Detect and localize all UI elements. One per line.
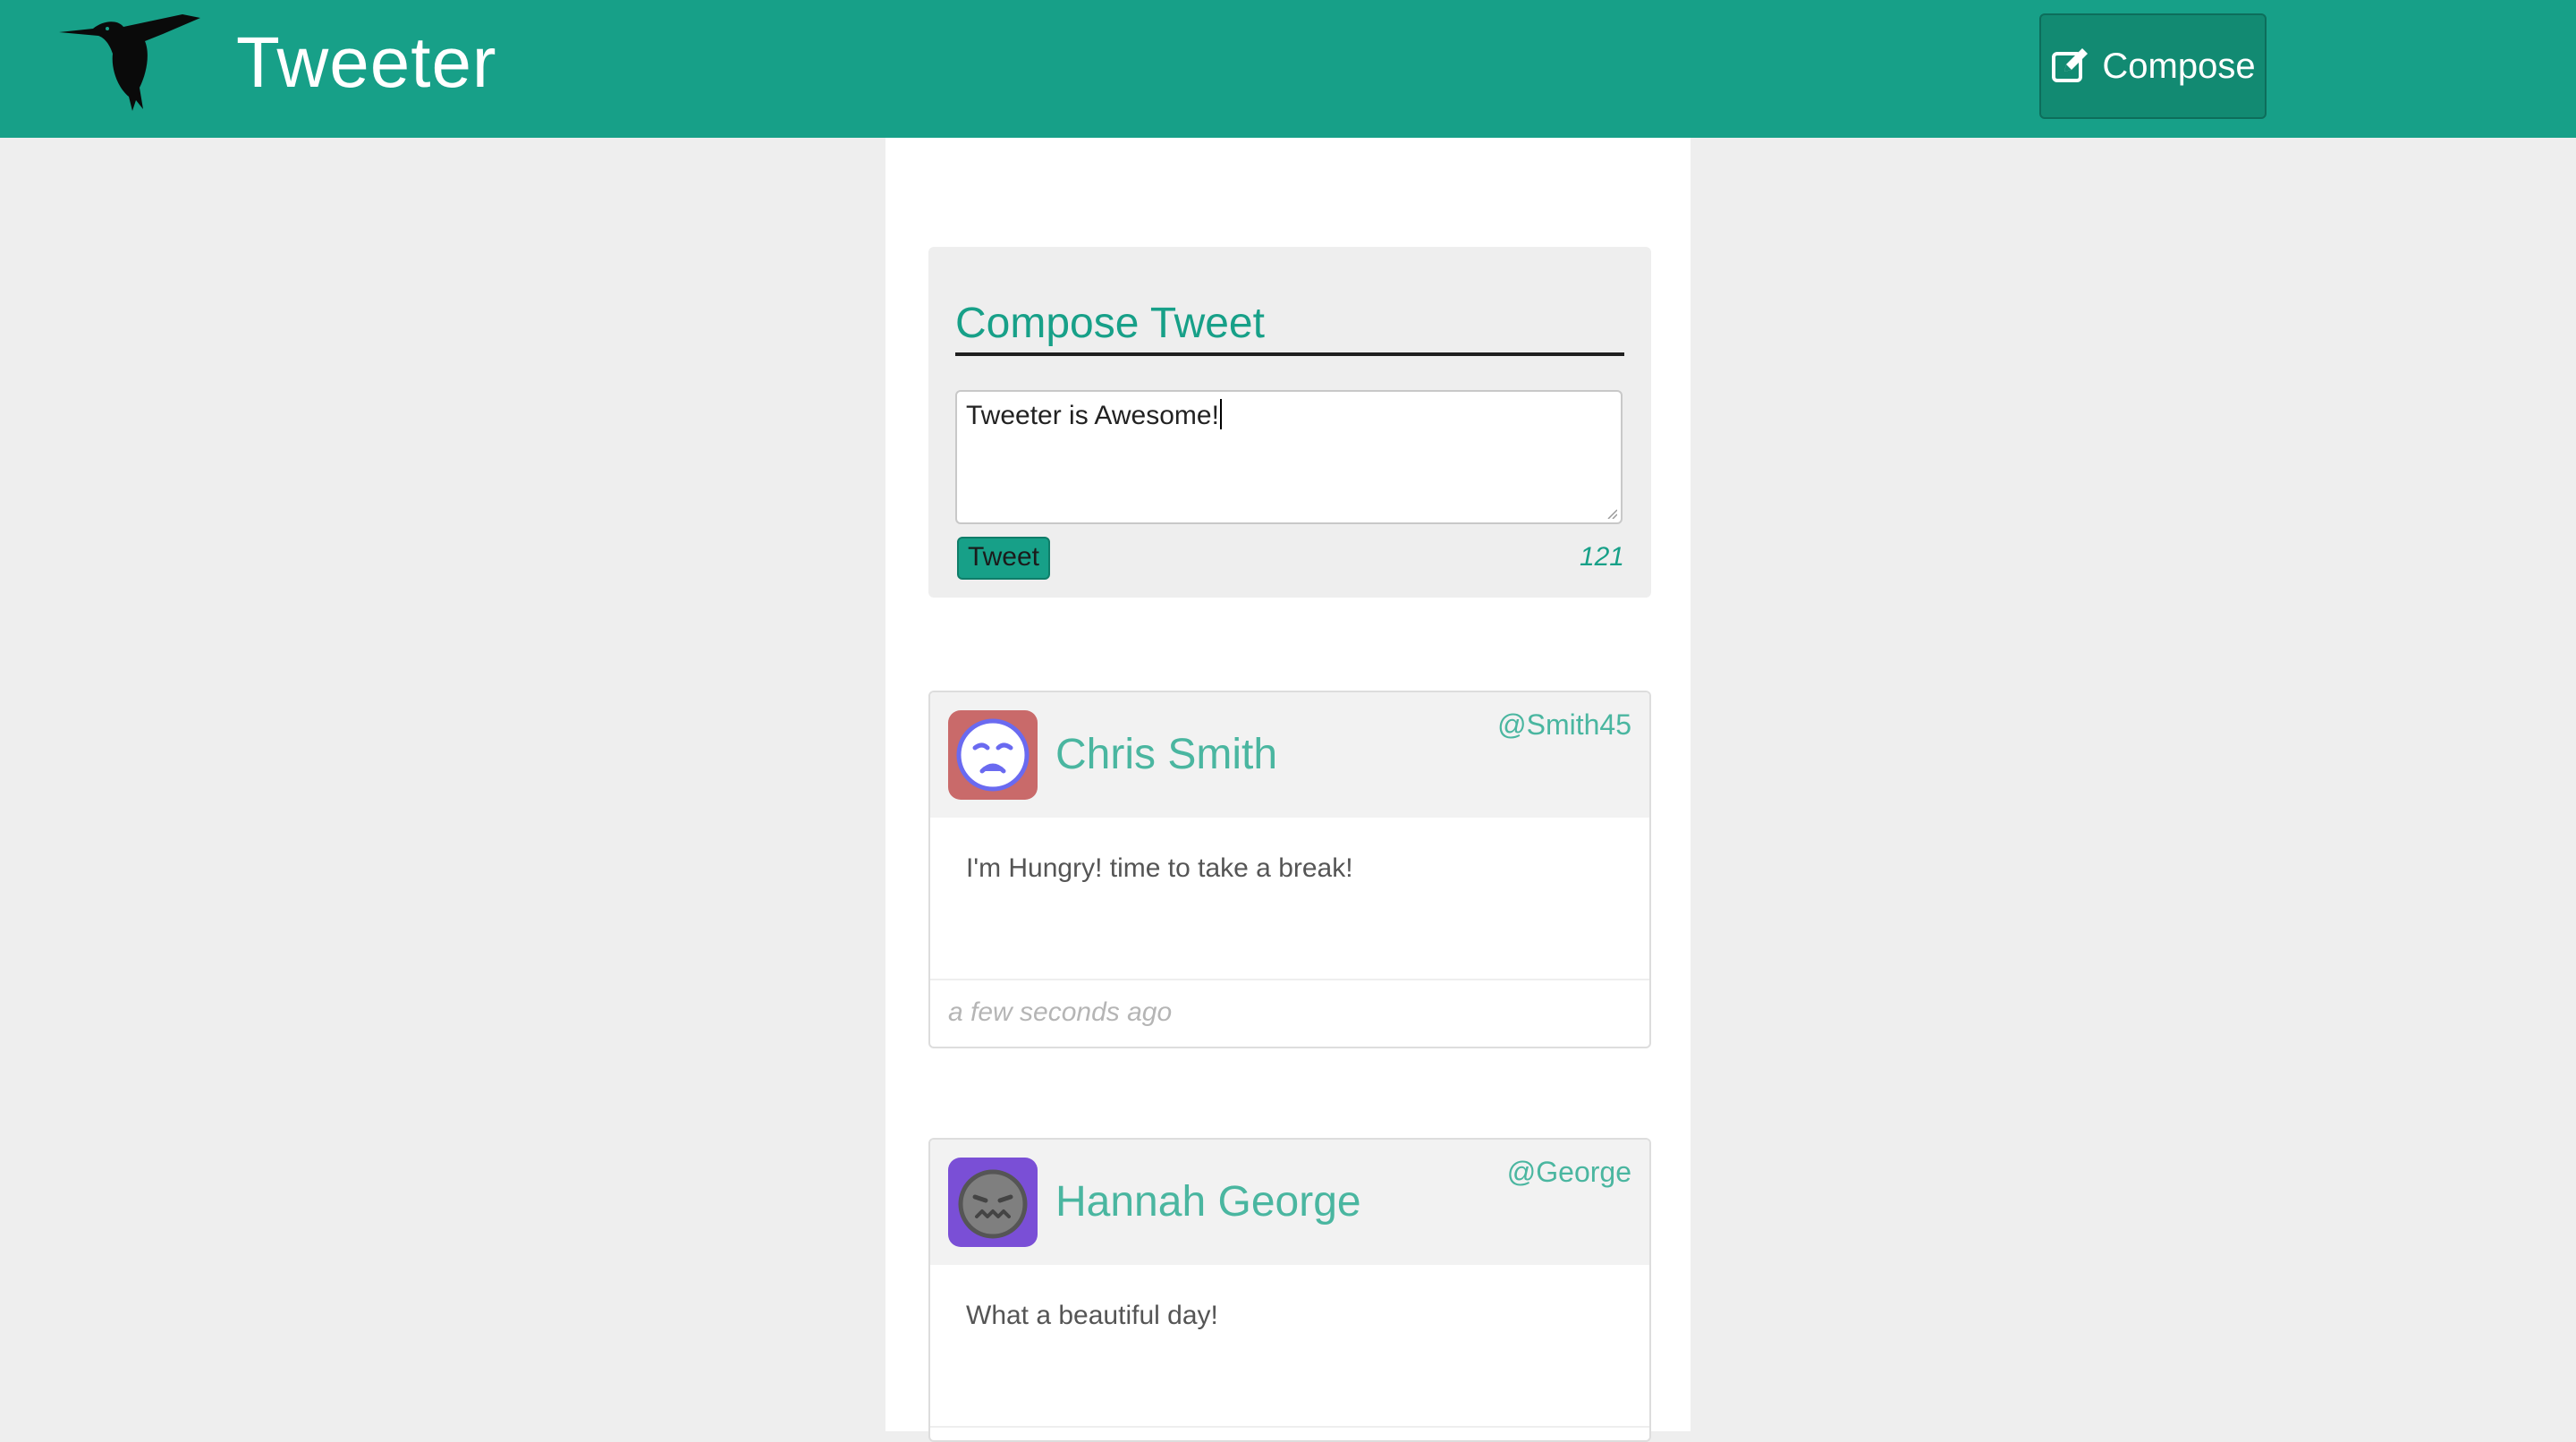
tweet-header: Chris Smith @Smith45	[930, 692, 1649, 818]
tweet-textarea-value: Tweeter is Awesome!	[966, 401, 1219, 430]
tweet-author-handle[interactable]: @George	[1507, 1156, 1631, 1189]
resize-handle-icon[interactable]	[1606, 508, 1617, 519]
compose-title: Compose Tweet	[955, 297, 1624, 356]
compose-nav-button[interactable]: Compose	[2039, 13, 2267, 119]
tweet-textarea[interactable]: Tweeter is Awesome!	[955, 390, 1623, 524]
tweet-card: Chris Smith @Smith45 I'm Hungry! time to…	[928, 691, 1651, 1048]
tweet-timestamp: a few seconds ago	[930, 979, 1649, 1045]
tweet-header: Hannah George @George	[930, 1140, 1649, 1265]
main-column: Compose Tweet Tweeter is Awesome! Tweet …	[886, 138, 1690, 1442]
tweet-card: Hannah George @George What a beautiful d…	[928, 1138, 1651, 1442]
avatar	[948, 710, 1038, 800]
tweet-submit-button[interactable]: Tweet	[957, 537, 1050, 580]
tweet-timestamp	[930, 1426, 1649, 1440]
tweet-text: What a beautiful day!	[966, 1301, 1218, 1330]
brand-title[interactable]: Tweeter	[236, 16, 497, 109]
compose-nav-label: Compose	[2102, 46, 2256, 86]
tweet-text: I'm Hungry! time to take a break!	[966, 853, 1353, 883]
navbar: Tweeter Compose	[0, 0, 2576, 138]
edit-icon	[2052, 48, 2089, 82]
tweet-author-handle[interactable]: @Smith45	[1497, 708, 1631, 742]
compose-tweet-panel: Compose Tweet Tweeter is Awesome! Tweet …	[928, 247, 1651, 598]
tweet-author-name[interactable]: Hannah George	[1055, 1174, 1361, 1231]
hummingbird-logo-icon[interactable]	[57, 11, 202, 115]
grimace-face-icon	[958, 1169, 1028, 1239]
character-counter: 121	[1579, 542, 1624, 572]
sleepy-face-icon	[956, 718, 1030, 792]
text-caret	[1219, 399, 1222, 429]
avatar	[948, 1158, 1038, 1247]
tweet-author-name[interactable]: Chris Smith	[1055, 726, 1277, 784]
